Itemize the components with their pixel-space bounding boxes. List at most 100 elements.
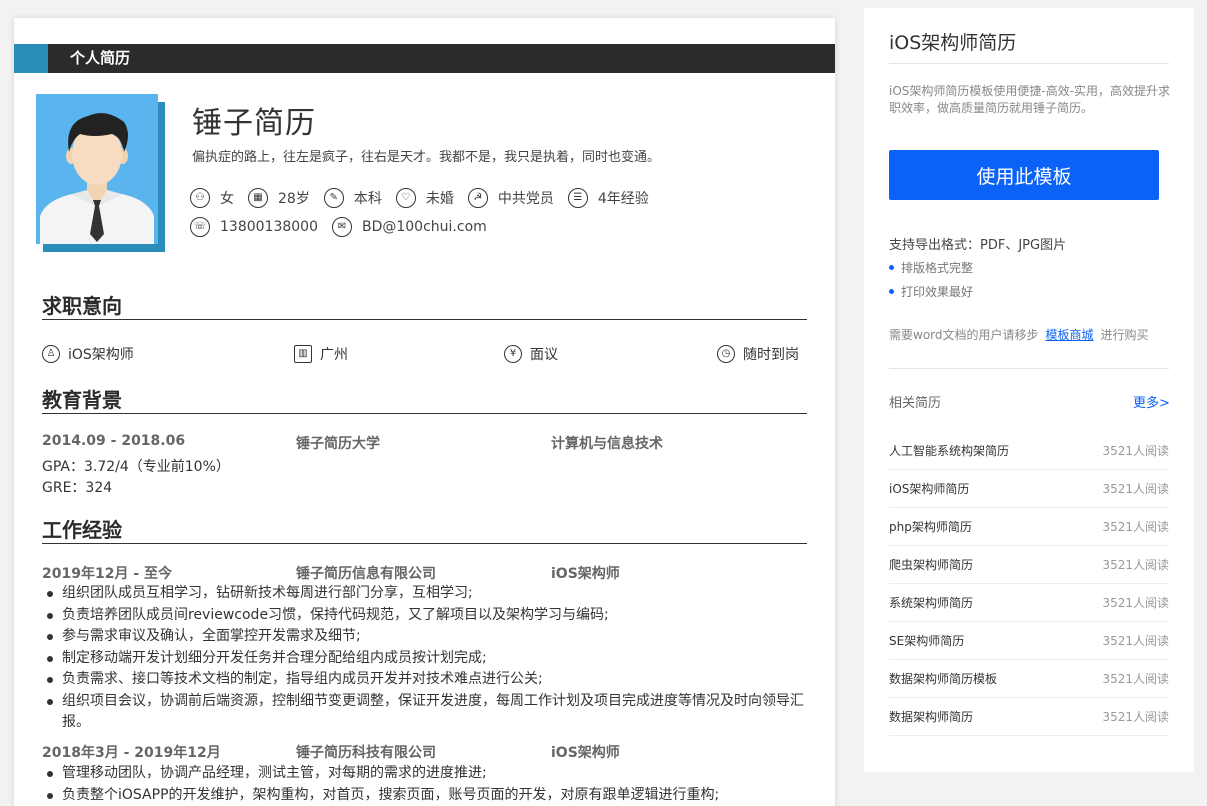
info-party-value: 中共党员: [497, 191, 554, 207]
info-education: ✎ 本科: [323, 188, 382, 208]
phone-icon: ☏: [190, 217, 210, 237]
job1-period: 2019年12月 - 至今: [42, 566, 173, 582]
bullet-dot-icon: [889, 289, 894, 294]
related-item[interactable]: iOS架构师简历 3521人阅读: [889, 470, 1169, 508]
list-item: 负责培养团队成员间reviewcode习惯，保持代码规范，又了解项目以及架构学习…: [42, 605, 812, 627]
template-mall-link[interactable]: 模板商城: [1046, 328, 1094, 342]
job2-duties: 管理移动团队，协调产品经理，测试主管，对每期的需求的进度推进; 负责整个iOSA…: [42, 763, 812, 806]
info-marriage-value: 未婚: [425, 191, 454, 207]
divider: [889, 368, 1169, 369]
list-item: 参与需求审议及确认，全面掌控开发需求及细节;: [42, 626, 812, 648]
related-item[interactable]: 系统架构师简历 3521人阅读: [889, 584, 1169, 622]
related-item[interactable]: 数据架构师简历 3521人阅读: [889, 698, 1169, 736]
basic-info-row: ⚇ 女 ▦ 28岁 ✎ 本科 ♡ 未婚 ☭ 中共党员 ☰ 4年经验: [190, 188, 663, 208]
section-education: 教育背景: [42, 388, 807, 414]
info-marriage: ♡ 未婚: [395, 188, 454, 208]
related-item-name: 人工智能系统构架简历: [889, 444, 1010, 458]
info-age-value: 28岁: [278, 191, 310, 207]
building-icon: ▥: [294, 345, 312, 363]
intent-arrival-value: 随时到岗: [743, 347, 799, 363]
list-item: 组织团队成员互相学习，钻研新技术每周进行部门分享，互相学习;: [42, 583, 812, 605]
feature-item: 打印效果最好: [889, 283, 973, 300]
more-link[interactable]: 更多>: [1133, 392, 1170, 411]
related-item-name: 系统架构师简历: [889, 596, 974, 610]
party-icon: ☭: [467, 188, 488, 208]
avatar: [36, 94, 158, 244]
sidebar-description: iOS架构师简历模板使用便捷-高效-实用，高效提升求职效率，做高质量简历就用锤子…: [889, 84, 1171, 115]
related-item-name: iOS架构师简历: [889, 482, 970, 496]
info-phone: ☏ 13800138000: [190, 217, 318, 237]
word-doc-note: 需要word文档的用户请移步 模板商城 进行购买: [889, 326, 1149, 343]
section-intent-title: 求职意向: [42, 294, 122, 318]
mail-icon: ✉: [331, 217, 352, 237]
related-item[interactable]: 数据架构师简历模板 3521人阅读: [889, 660, 1169, 698]
export-formats: 支持导出格式：PDF、JPG图片: [889, 238, 1067, 253]
clock-icon: ◷: [717, 345, 735, 363]
bullet-dot-icon: [889, 265, 894, 270]
related-item-views: 3521人阅读: [1102, 634, 1169, 648]
edu-gre: GRE：324: [42, 480, 113, 496]
list-item: 负责需求、接口等技术文档的制定，指导组内成员开发并对技术难点进行公关;: [42, 669, 812, 691]
edu-school: 锤子简历大学: [296, 436, 380, 452]
education-icon: ✎: [323, 188, 344, 208]
related-item-name: 数据架构师简历模板: [889, 672, 998, 686]
feature-item: 排版格式完整: [889, 259, 973, 276]
related-item[interactable]: 人工智能系统构架简历 3521人阅读: [889, 432, 1169, 470]
info-gender-value: 女: [220, 191, 234, 207]
related-item-views: 3521人阅读: [1102, 596, 1169, 610]
related-item-views: 3521人阅读: [1102, 710, 1169, 724]
word-note-prefix: 需要word文档的用户请移步: [889, 328, 1039, 342]
related-item-name: 数据架构师简历: [889, 710, 974, 724]
section-work-title: 工作经验: [42, 518, 122, 542]
header-accent: [14, 44, 48, 73]
section-intent: 求职意向: [42, 294, 807, 320]
intent-arrival: ◷ 随时到岗: [717, 344, 799, 364]
template-sidebar: iOS架构师简历 iOS架构师简历模板使用便捷-高效-实用，高效提升求职效率，做…: [864, 8, 1194, 772]
intent-city: ▥ 广州: [294, 344, 348, 364]
job1-company: 锤子简历信息有限公司: [296, 566, 436, 582]
intent-salary: ¥ 面议: [504, 344, 558, 364]
age-icon: ▦: [248, 188, 268, 208]
tie-icon: ♙: [42, 345, 60, 363]
info-experience-value: 4年经验: [597, 191, 649, 207]
related-item-name: php架构师简历: [889, 520, 972, 534]
feature-label: 排版格式完整: [901, 261, 974, 275]
use-template-button[interactable]: 使用此模板: [889, 150, 1159, 200]
related-item-views: 3521人阅读: [1102, 558, 1169, 572]
resume-header-title: 个人简历: [70, 49, 131, 67]
related-item-views: 3521人阅读: [1102, 444, 1169, 458]
info-age: ▦ 28岁: [248, 188, 310, 208]
related-item[interactable]: php架构师简历 3521人阅读: [889, 508, 1169, 546]
yen-icon: ¥: [504, 345, 522, 363]
info-party: ☭ 中共党员: [467, 188, 554, 208]
info-education-value: 本科: [353, 191, 382, 207]
info-mail-value: BD@100chui.com: [361, 219, 487, 235]
edu-gpa: GPA：3.72/4（专业前10%）: [42, 459, 230, 475]
edu-major: 计算机与信息技术: [551, 436, 663, 452]
info-phone-value: 13800138000: [220, 219, 318, 235]
gender-icon: ⚇: [190, 188, 210, 208]
list-item: 负责整个iOSAPP的开发维护，架构重构，对首页，搜索页面，账号页面的开发，对原…: [42, 785, 812, 806]
job2-company: 锤子简历科技有限公司: [296, 745, 436, 761]
candidate-motto: 偏执症的路上，往左是疯子，往右是天才。我都不是，我只是执着，同时也变通。: [192, 150, 661, 165]
list-item: 制定移动端开发计划细分开发任务并合理分配给组内成员按计划完成;: [42, 648, 812, 670]
section-education-title: 教育背景: [42, 388, 122, 412]
candidate-name: 锤子简历: [192, 106, 316, 141]
intent-salary-value: 面议: [530, 347, 558, 363]
word-note-suffix: 进行购买: [1100, 328, 1149, 342]
related-item[interactable]: SE架构师简历 3521人阅读: [889, 622, 1169, 660]
intent-city-value: 广州: [320, 347, 348, 363]
info-mail: ✉ BD@100chui.com: [331, 217, 487, 237]
related-item-views: 3521人阅读: [1102, 482, 1169, 496]
info-experience: ☰ 4年经验: [567, 188, 649, 208]
job1-title: iOS架构师: [551, 566, 620, 582]
list-item: 组织项目会议，协调前后端资源，控制细节变更调整，保证开发进度，每周工作计划及项目…: [42, 691, 812, 734]
edu-period: 2014.09 - 2018.06: [42, 433, 186, 449]
related-item[interactable]: 爬虫架构师简历 3521人阅读: [889, 546, 1169, 584]
resume-preview: 个人简历 锤子简历 偏执症的路上，往左是疯子，往右是天才。我都不是，我只是执着，…: [14, 18, 835, 806]
related-item-views: 3521人阅读: [1102, 520, 1169, 534]
feature-label: 打印效果最好: [901, 285, 974, 299]
sidebar-title: iOS架构师简历: [889, 32, 1017, 54]
contact-row: ☏ 13800138000 ✉ BD@100chui.com: [190, 217, 501, 237]
intent-position: ♙ iOS架构师: [42, 344, 134, 364]
